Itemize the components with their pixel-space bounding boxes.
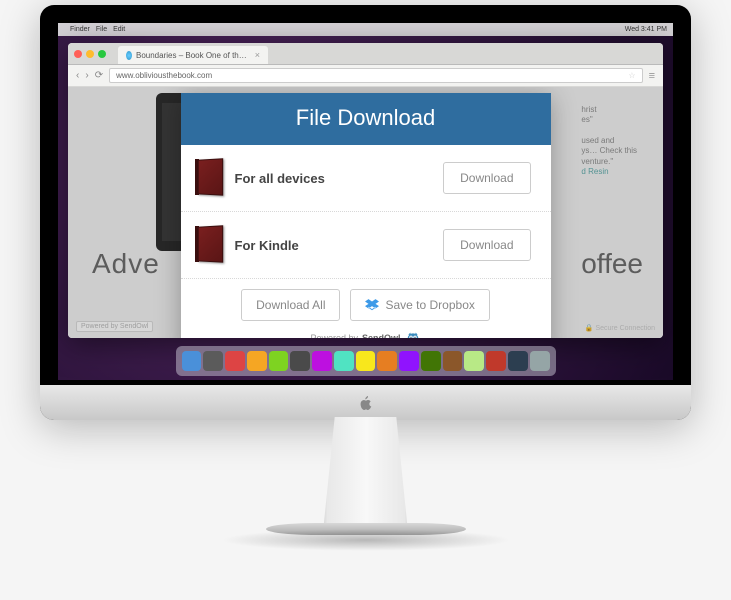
browser-address-bar: ‹ › ⟳ www.obliviousthebook.com ☆ ≡ bbox=[68, 65, 663, 87]
reload-button[interactable]: ⟳ bbox=[95, 70, 103, 81]
menu-item[interactable]: Finder bbox=[70, 26, 90, 33]
dock-app-icon[interactable] bbox=[486, 351, 506, 371]
dock-app-icon[interactable] bbox=[312, 351, 332, 371]
file-download-modal: File Download For all devices Download F… bbox=[181, 93, 551, 338]
url-text: www.obliviousthebook.com bbox=[116, 71, 212, 80]
dock-app-icon[interactable] bbox=[356, 351, 376, 371]
download-all-button[interactable]: Download All bbox=[241, 289, 340, 321]
dock-app-icon[interactable] bbox=[225, 351, 245, 371]
file-row: For all devices Download bbox=[181, 145, 551, 212]
url-input[interactable]: www.obliviousthebook.com ☆ bbox=[109, 68, 643, 83]
dock-app-icon[interactable] bbox=[421, 351, 441, 371]
apple-logo-icon bbox=[358, 396, 374, 412]
file-label: For all devices bbox=[235, 171, 432, 186]
download-button[interactable]: Download bbox=[443, 162, 530, 194]
browser-tab[interactable]: Boundaries – Book One of th… × bbox=[118, 46, 268, 64]
dock-app-icon[interactable] bbox=[290, 351, 310, 371]
dock-app-icon[interactable] bbox=[247, 351, 267, 371]
save-to-dropbox-button[interactable]: Save to Dropbox bbox=[350, 289, 489, 321]
browser-menu-icon[interactable]: ≡ bbox=[649, 70, 655, 82]
dock-app-icon[interactable] bbox=[377, 351, 397, 371]
dock-app-icon[interactable] bbox=[443, 351, 463, 371]
modal-title: File Download bbox=[181, 93, 551, 145]
menu-item[interactable]: Edit bbox=[113, 26, 125, 33]
imac-chin bbox=[40, 385, 691, 420]
file-label: For Kindle bbox=[235, 238, 432, 253]
dock-app-icon[interactable] bbox=[182, 351, 202, 371]
tab-close-icon[interactable]: × bbox=[255, 50, 260, 60]
dock-app-icon[interactable] bbox=[508, 351, 528, 371]
file-row: For Kindle Download bbox=[181, 212, 551, 279]
owl-icon bbox=[405, 331, 421, 338]
dock-app-icon[interactable] bbox=[334, 351, 354, 371]
dock-app-icon[interactable] bbox=[530, 351, 550, 371]
book-cover-icon bbox=[195, 159, 223, 197]
tab-title: Boundaries – Book One of th… bbox=[136, 51, 247, 60]
close-icon[interactable] bbox=[74, 50, 82, 58]
maximize-icon[interactable] bbox=[98, 50, 106, 58]
macos-dock[interactable] bbox=[176, 346, 556, 376]
book-cover-icon bbox=[195, 226, 223, 264]
dock-app-icon[interactable] bbox=[464, 351, 484, 371]
dock-app-icon[interactable] bbox=[399, 351, 419, 371]
window-traffic-lights[interactable] bbox=[74, 50, 106, 58]
download-button[interactable]: Download bbox=[443, 229, 530, 261]
browser-tabbar: Boundaries – Book One of th… × bbox=[68, 43, 663, 65]
bookmark-star-icon[interactable]: ☆ bbox=[628, 71, 635, 80]
dock-app-icon[interactable] bbox=[203, 351, 223, 371]
minimize-icon[interactable] bbox=[86, 50, 94, 58]
page-content: hrist es" used and ys… Check this ventur… bbox=[68, 87, 663, 338]
imac-stand bbox=[296, 417, 436, 587]
menu-item[interactable]: File bbox=[96, 26, 107, 33]
dropbox-icon bbox=[365, 299, 379, 311]
favicon-icon bbox=[126, 51, 132, 60]
forward-button[interactable]: › bbox=[85, 70, 88, 81]
modal-actions: Download All Save to Dropbox bbox=[181, 279, 551, 327]
powered-by-sendowl: Powered by SendOwl bbox=[181, 327, 551, 338]
dock-app-icon[interactable] bbox=[269, 351, 289, 371]
back-button[interactable]: ‹ bbox=[76, 70, 79, 81]
browser-window: Boundaries – Book One of th… × ‹ › ⟳ www… bbox=[68, 43, 663, 338]
menubar-clock: Wed 3:41 PM bbox=[625, 26, 667, 33]
macos-menubar: Finder File Edit Wed 3:41 PM bbox=[58, 23, 673, 36]
